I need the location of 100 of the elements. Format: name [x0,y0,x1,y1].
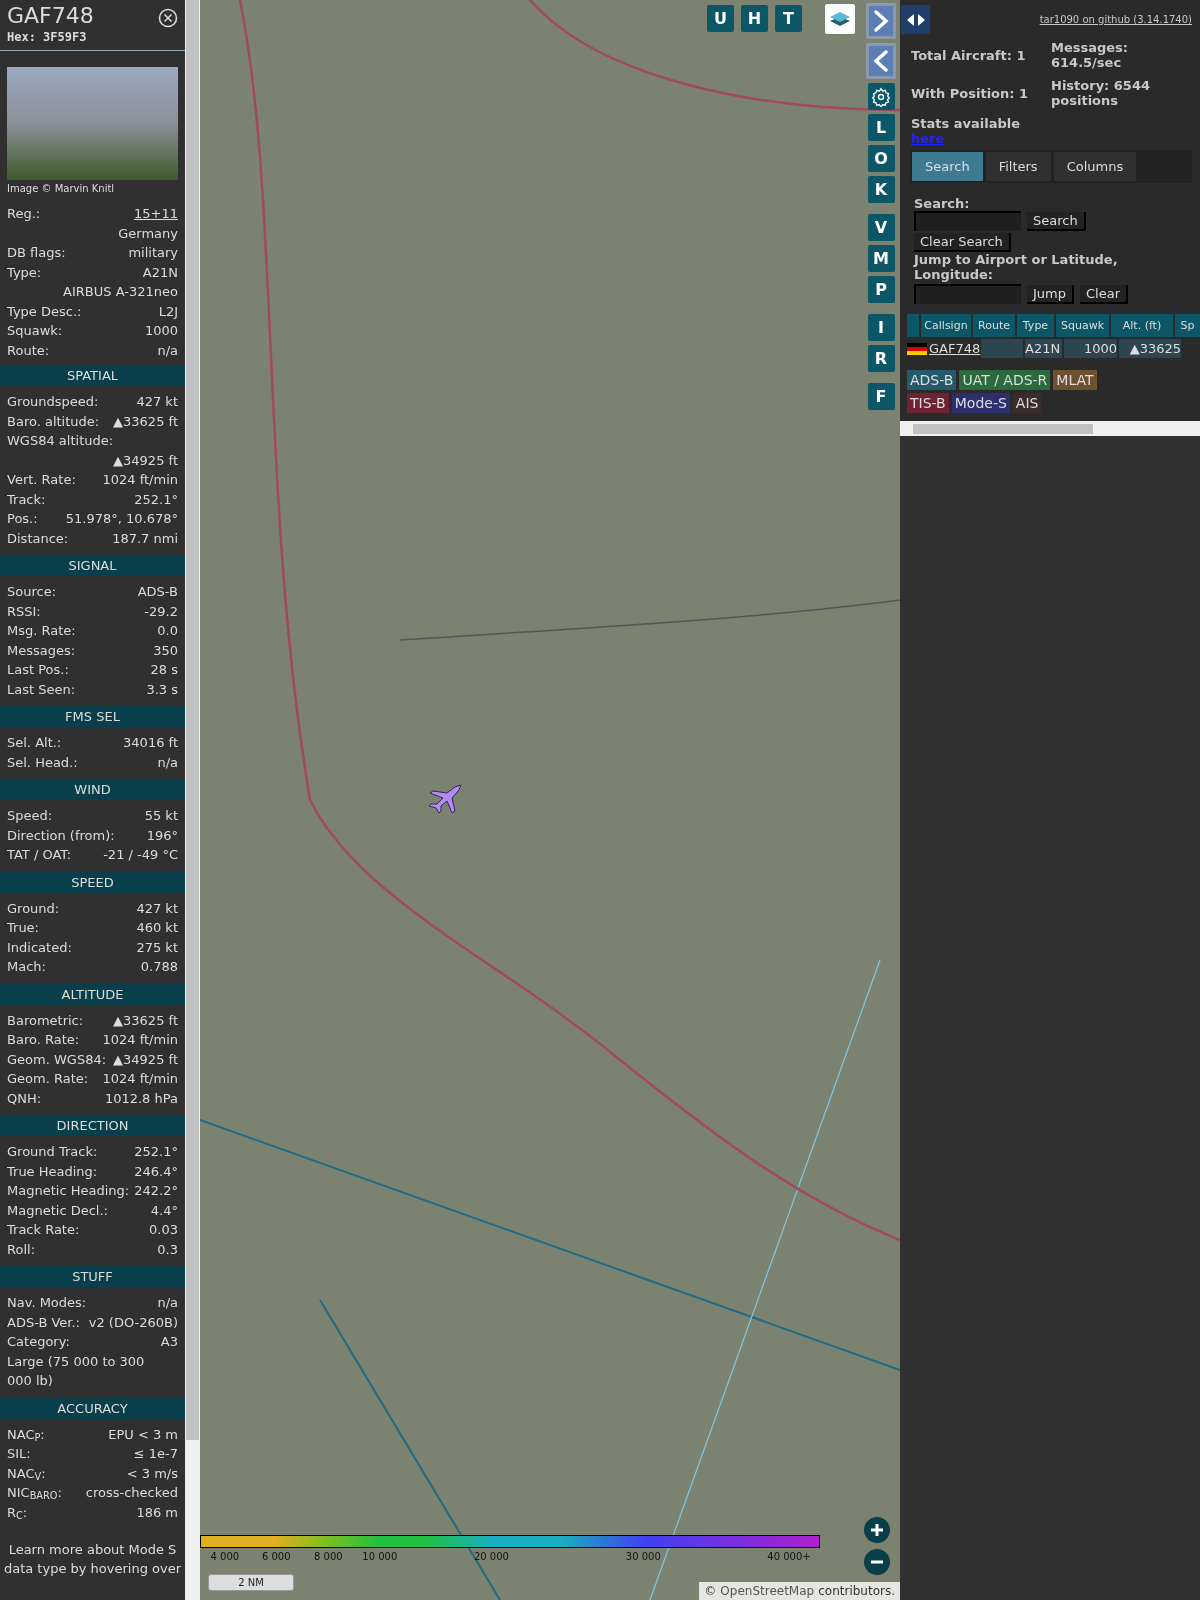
field-value: A21N [142,263,178,282]
zoom-out-button[interactable] [864,1549,890,1575]
section-header: STUFF [0,1266,185,1287]
zoom-in-button[interactable] [864,1517,890,1543]
map-toggle-button[interactable]: M [867,245,895,272]
registration-link[interactable]: 15+11 [134,204,178,224]
previous-button[interactable] [866,43,896,79]
panel-toggle-button[interactable] [901,5,930,34]
copyright-text: © [704,1583,717,1600]
field-label: Mach: [7,958,46,976]
legend-label: 20 000 [473,1550,509,1564]
layers-button[interactable] [825,4,855,34]
field-label: Distance: [7,529,69,548]
map-mode-button[interactable]: T [775,5,802,32]
field-label: Baro. Rate: [7,1031,80,1049]
field-value: -21 / -49 °C [103,846,178,864]
legend-label: 6 000 [261,1550,291,1564]
field-value: 1024 ft/min [102,471,178,489]
search-button[interactable]: Search [1027,211,1086,231]
contributors-text: contributors. [818,1583,895,1600]
jump-button[interactable]: Jump [1027,284,1074,304]
map-toggle-button[interactable]: P [867,276,895,303]
field-value: 252.1° [134,490,178,509]
scale-bar: 2 NM [208,1574,294,1591]
map-toggle-button[interactable]: K [867,176,895,203]
panel-tab[interactable]: Filters [985,152,1051,181]
field-value: 34016 ft [123,734,178,752]
field-value: 0.0 [157,622,178,640]
settings-icon [871,86,891,107]
column-header[interactable]: Alt. (ft) [1111,314,1173,337]
settings-button[interactable] [867,83,895,110]
search-label: Search: [914,197,971,211]
field-label: Type Desc.: [7,302,82,321]
callsign-link[interactable]: GAF748 [929,338,979,358]
map-toggle-button[interactable]: O [867,145,895,172]
source-tag: AIS [1012,393,1042,413]
field-label: Pos.: [7,510,38,528]
help-text: Learn more about Mode S data type by hovering over [2,1541,183,1578]
field-label: Track: [7,490,46,509]
section-header: ACCURACY [0,1397,185,1419]
field-value: 186 m [136,1503,178,1522]
field-value: n/a [157,1294,178,1312]
field-value: ▲33625 ft [113,1011,178,1030]
openstreetmap-link[interactable]: OpenStreetMap [720,1582,815,1600]
panel-tab[interactable]: Search [912,152,983,181]
field-label: Groundspeed: [7,393,99,411]
field-value: 275 kt [136,938,178,957]
column-header[interactable]: Type [1017,314,1054,337]
source-tag: Mode-S [951,393,1010,413]
field-label: Last Pos.: [7,661,69,679]
altitude-cell: ▲33625 [1119,339,1181,358]
field-value: ▲34925 ft [113,451,178,470]
next-button[interactable] [866,3,896,39]
clear-search-button[interactable]: Clear Search [914,233,1011,252]
map-toggle-button[interactable]: I [867,314,895,341]
left-right-arrows-icon [905,12,926,27]
map-toggle-button[interactable]: V [867,214,895,241]
field-value: 28 s [150,661,178,679]
jump-field[interactable] [914,284,1021,304]
field-value: 427 kt [136,899,178,918]
type-cell: A21N [1025,339,1062,358]
source-tag: TIS-B [907,393,949,413]
field-value: v2 (DO-260B) [88,1313,178,1332]
field-value: A3 [160,1333,178,1351]
column-header[interactable]: Callsign [921,314,971,337]
column-header[interactable]: Sp [1175,314,1200,337]
close-icon[interactable] [158,8,178,28]
field-value: 1000 [144,322,178,340]
github-link[interactable]: tar1090 on github (3.14.1740) [1039,12,1192,27]
map-mode-button[interactable]: U [707,5,734,32]
squawk-cell: 1000 [1064,339,1117,358]
field-value: ▲33625 ft [113,412,178,431]
source-tag: ADS-B [907,370,957,390]
field-value: < 3 m/s [126,1464,178,1483]
field-value: n/a [157,341,178,360]
field-label: Messages: [7,641,76,660]
table-header-cell [907,314,919,337]
search-field[interactable] [914,211,1021,231]
column-header[interactable]: Route [973,314,1015,337]
map-mode-button[interactable]: H [741,5,768,32]
field-label: Last Seen: [7,680,76,699]
map-toggle-button[interactable]: R [867,345,895,372]
field-label: NAC$_{V}$: [7,1464,46,1483]
map-toggle-button[interactable]: L [867,114,895,141]
column-header[interactable]: Squawk [1056,314,1109,337]
field-label: Large (75 000 to 300 000 lb) [7,1352,146,1390]
hex-code: Hex: 3F59F3 [7,29,88,46]
field-label: NAC$_{P}$: [7,1425,45,1444]
field-label: True: [7,919,39,937]
map-toggle-button[interactable]: F [867,383,895,410]
map-view[interactable]: U H T L O K V M P I R F 4 000 6 000 8 000 10 000 20 000 30 000 40 000+ 2 NM © OpenStreetMap contributors. [200,0,900,1600]
field-label: Type: [7,263,42,282]
field-value: 51.978°, 10.678° [65,510,178,528]
clear-button[interactable]: Clear [1080,284,1128,304]
panel-tab[interactable]: Columns [1053,152,1137,181]
field-label: Barometric: [7,1011,84,1030]
field-label: Sel. Alt.: [7,734,62,752]
aircraft-row[interactable]: GAF748 A21N 1000 ▲33625 [907,339,1200,358]
field-value: n/a [157,753,178,772]
with-position-stat: With Position: 1 [911,85,1030,103]
